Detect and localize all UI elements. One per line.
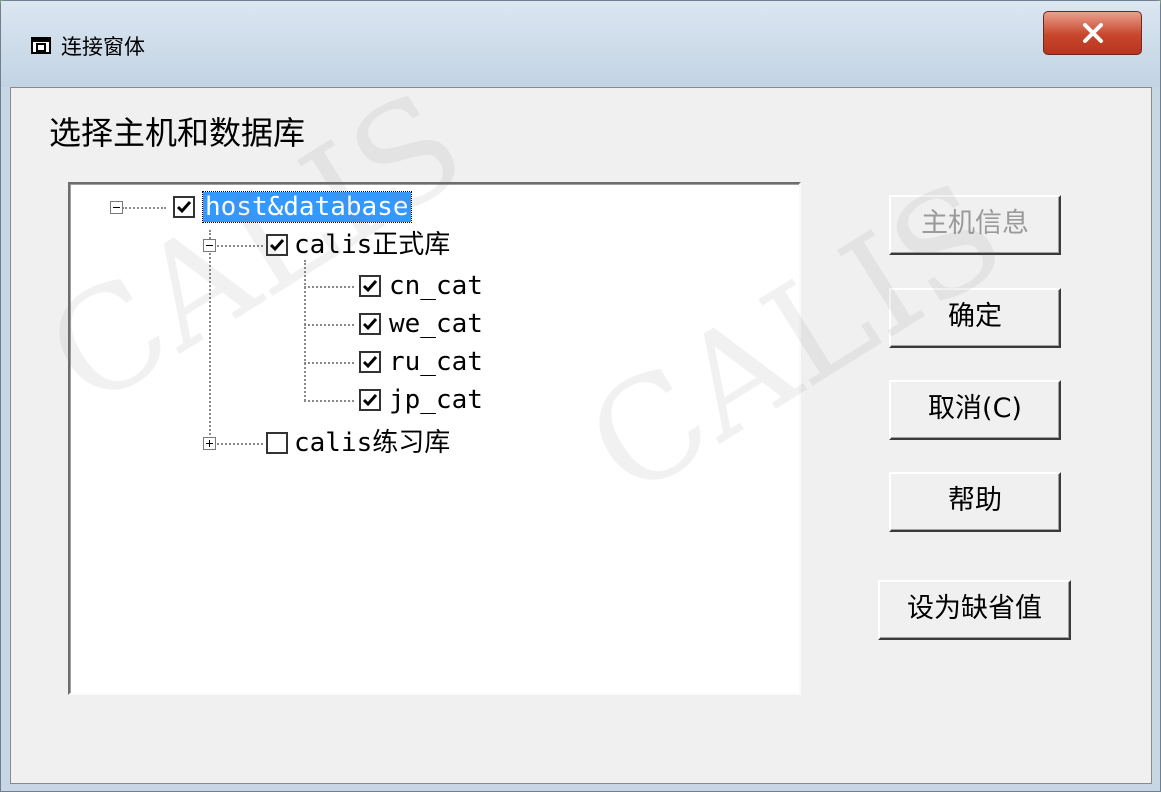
help-button[interactable]: 帮助 [889,472,1061,532]
window-icon [31,37,51,54]
checkbox-ru-cat[interactable] [359,351,381,373]
close-icon [1083,23,1103,43]
tree-node-ru-cat[interactable]: ru_cat [389,347,483,377]
close-button[interactable] [1043,11,1142,55]
tree-connector [217,443,263,445]
checkmark-icon [176,201,192,214]
tree-connector [209,230,211,446]
tree-node-cn-cat[interactable]: cn_cat [389,271,483,301]
host-info-button[interactable]: 主机信息 [889,195,1061,255]
checkbox-calis-formal[interactable] [266,234,288,256]
tree-connector [304,324,354,326]
checkmark-icon [362,318,378,331]
host-database-tree[interactable]: host&database calis正式库 cn_cat we_cat ru_… [68,182,801,695]
page-title: 选择主机和数据库 [49,114,306,152]
checkbox-root[interactable] [173,196,195,218]
checkbox-we-cat[interactable] [359,313,381,335]
checkmark-icon [362,394,378,407]
checkbox-jp-cat[interactable] [359,389,381,411]
tree-node-calis-practice[interactable]: calis练习库 [294,428,450,458]
set-default-button[interactable]: 设为缺省值 [878,580,1071,640]
tree-connector [122,207,166,209]
checkbox-calis-practice[interactable] [266,432,288,454]
dialog-client-area: 选择主机和数据库 host&database calis正式库 cn_cat w… [10,87,1152,784]
collapse-icon[interactable] [110,201,123,214]
dialog-window: 连接窗体 选择主机和数据库 host&database calis正式库 cn_… [0,0,1161,792]
expand-icon[interactable] [203,437,216,450]
tree-connector [304,362,354,364]
tree-node-calis-formal[interactable]: calis正式库 [294,230,450,260]
title-bar[interactable]: 连接窗体 [1,1,1160,87]
tree-connector [217,245,263,247]
collapse-icon[interactable] [203,239,216,252]
tree-connector [304,400,354,402]
tree-node-we-cat[interactable]: we_cat [389,309,483,339]
checkmark-icon [362,280,378,293]
ok-button[interactable]: 确定 [889,288,1061,348]
checkmark-icon [269,239,285,252]
tree-node-jp-cat[interactable]: jp_cat [389,385,483,415]
tree-connector [304,286,354,288]
checkmark-icon [362,356,378,369]
checkbox-cn-cat[interactable] [359,275,381,297]
window-title: 连接窗体 [61,35,145,59]
tree-node-host-database[interactable]: host&database [202,191,412,223]
tree-connector [304,260,306,401]
cancel-button[interactable]: 取消(C) [889,380,1061,440]
